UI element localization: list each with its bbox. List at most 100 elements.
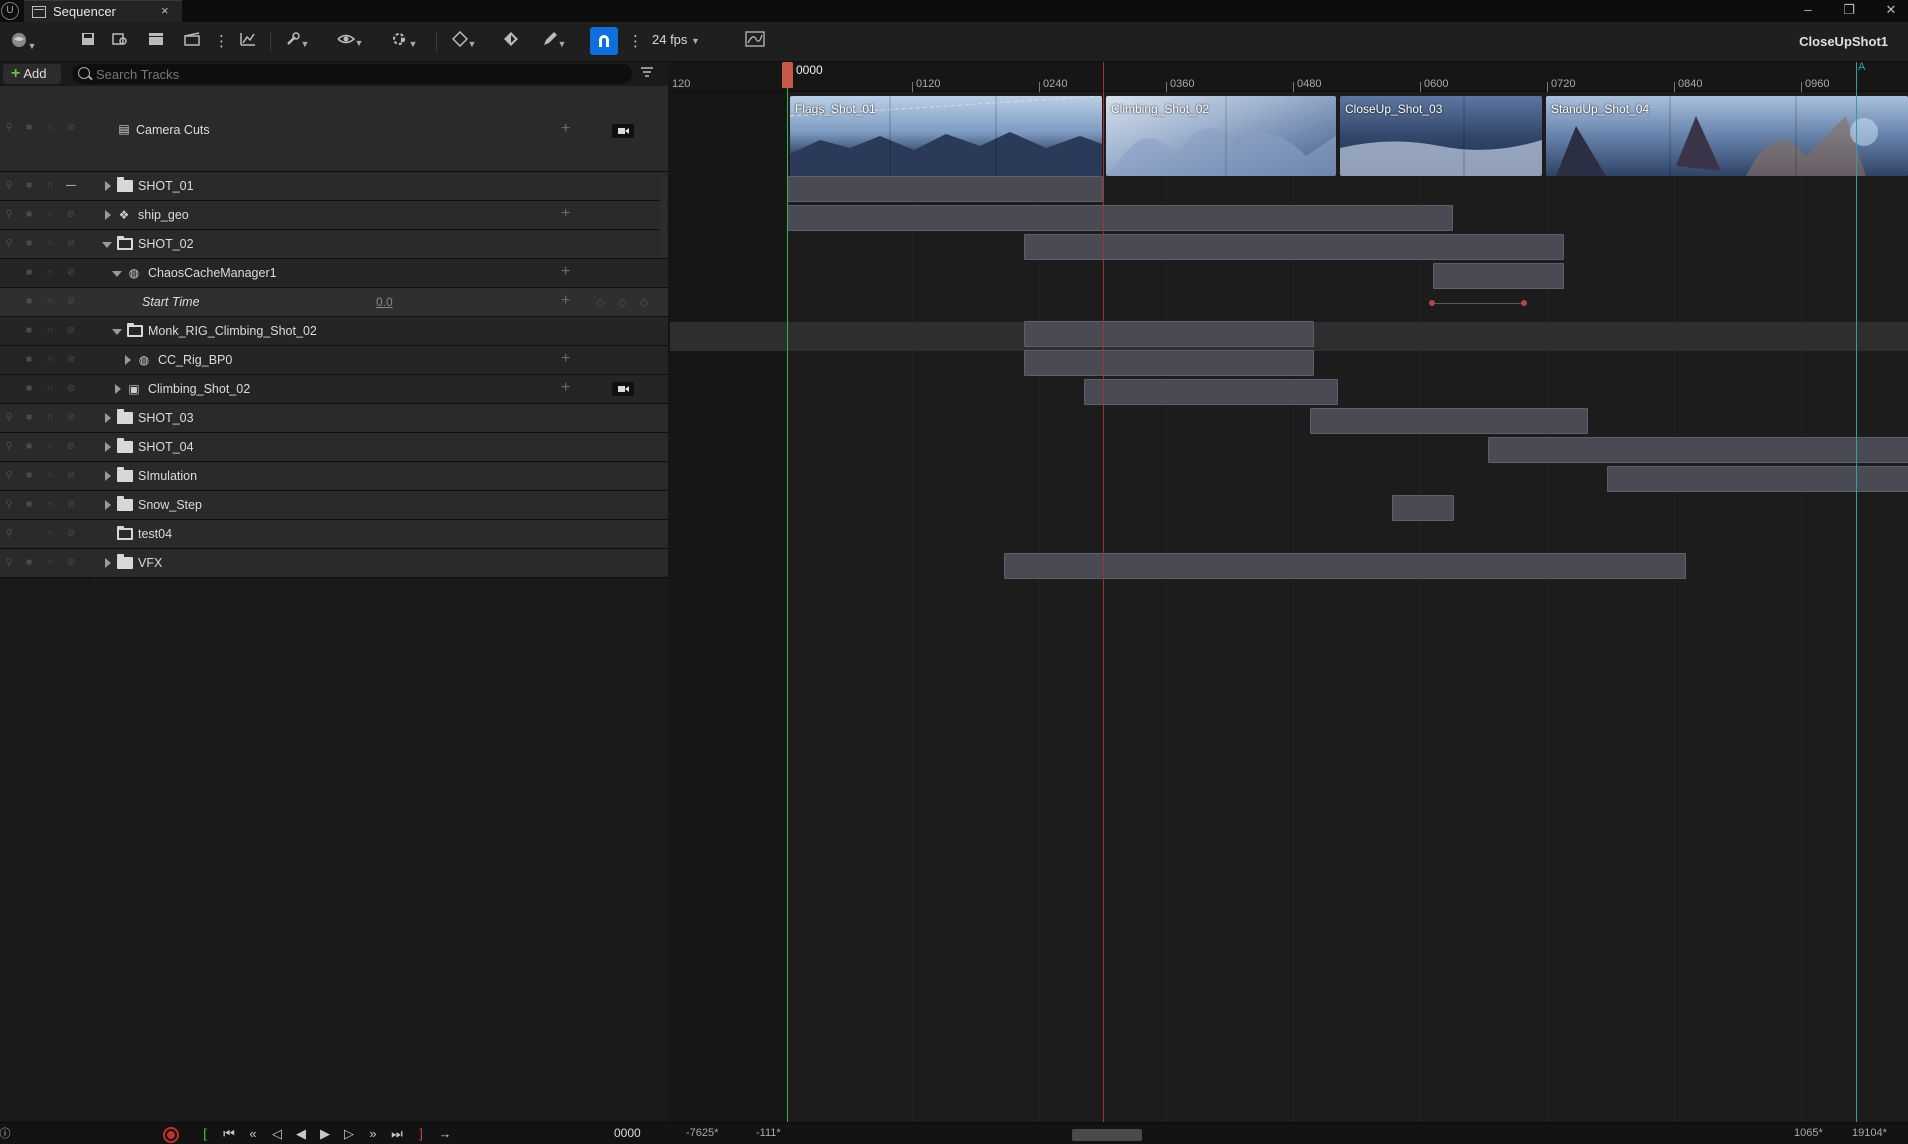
expand-icon[interactable]: [105, 442, 111, 452]
sequence-name[interactable]: CloseUpShot1: [1799, 34, 1888, 49]
solo-icon[interactable]: ∩: [45, 267, 55, 279]
solo-icon[interactable]: ∩: [45, 180, 55, 192]
prev-key-icon[interactable]: ◇: [596, 296, 604, 309]
solo-icon[interactable]: ∩: [45, 296, 55, 308]
prev-key-transport-icon[interactable]: «: [244, 1125, 262, 1143]
search-box[interactable]: [72, 64, 632, 84]
auto-key-button[interactable]: [500, 31, 522, 53]
mute-icon[interactable]: ⊘: [66, 441, 76, 453]
save-button[interactable]: [78, 31, 98, 53]
lock-icon[interactable]: ■: [24, 267, 34, 279]
track-row-snow-step[interactable]: ⚲ ■ ∩ ⊘ Snow_Step: [0, 491, 668, 520]
lock-icon[interactable]: ■: [24, 122, 34, 134]
next-key-transport-icon[interactable]: »: [364, 1125, 382, 1143]
view-options-button[interactable]: ▼: [332, 31, 368, 53]
step-forward-icon[interactable]: ▷: [340, 1125, 358, 1143]
lock-icon[interactable]: ■: [24, 470, 34, 482]
playback-options-button[interactable]: ▼: [386, 31, 422, 53]
expand-icon[interactable]: [105, 210, 111, 220]
lock-icon[interactable]: ■: [24, 296, 34, 308]
selection-end-line[interactable]: [1856, 62, 1857, 1122]
track-row-chaos-cache-manager[interactable]: ■ ∩ ⊘ ◍ ChaosCacheManager1 +: [0, 259, 668, 288]
render-movie-button[interactable]: [144, 31, 168, 53]
jump-to-end-icon[interactable]: ⏭: [388, 1125, 406, 1143]
pin-icon[interactable]: ⚲: [4, 557, 14, 569]
track-row-start-time[interactable]: ■ ∩ ⊘ Start Time 0.0 + ◇ ◇ ◇: [0, 288, 668, 317]
mute-icon[interactable]: —: [66, 180, 76, 192]
mute-icon[interactable]: ⊘: [66, 122, 76, 134]
tools-menu-button[interactable]: ▼: [280, 31, 314, 53]
minimize-button[interactable]: –: [1791, 0, 1825, 22]
section-bar[interactable]: [1084, 379, 1338, 405]
sequencer-tab[interactable]: Sequencer ×: [24, 0, 182, 22]
section-bar[interactable]: [1024, 350, 1314, 376]
section-bar[interactable]: [1607, 466, 1908, 492]
camera-lock-icon[interactable]: [612, 382, 634, 396]
mute-icon[interactable]: ⊘: [66, 383, 76, 395]
keyframe[interactable]: [1429, 300, 1435, 306]
camera-cut-section[interactable]: CloseUp_Shot_03: [1340, 96, 1542, 176]
track-row-monk-rig-folder[interactable]: ■ ∩ ⊘ Monk_RIG_Climbing_Shot_02: [0, 317, 668, 346]
lock-icon[interactable]: ■: [24, 412, 34, 424]
info-icon[interactable]: ⓘ: [0, 1125, 14, 1143]
expand-icon[interactable]: [105, 413, 111, 423]
frame-rate-dropdown[interactable]: 24 fps ▼: [652, 32, 700, 47]
mute-icon[interactable]: ⊘: [66, 354, 76, 366]
expand-icon[interactable]: [105, 558, 111, 568]
pin-icon[interactable]: ⚲: [4, 209, 14, 221]
track-row-test04[interactable]: ⚲ ∩ ⊘ test04: [0, 520, 668, 549]
play-reverse-icon[interactable]: ◀: [292, 1125, 310, 1143]
set-start-icon[interactable]: [: [196, 1125, 214, 1143]
mute-icon[interactable]: ⊘: [66, 470, 76, 482]
close-window-button[interactable]: ✕: [1874, 0, 1908, 22]
add-key-icon[interactable]: +: [561, 293, 570, 309]
collapse-icon[interactable]: [102, 242, 112, 248]
track-row-vfx[interactable]: ⚲ ■ ∩ ⊘ VFX: [0, 549, 668, 578]
time-ruler[interactable]: 120 0120 0240 0360 0480 0600 0720 0840 0…: [670, 62, 1908, 92]
section-bar[interactable]: [1004, 553, 1686, 579]
mute-icon[interactable]: ⊘: [66, 267, 76, 279]
solo-icon[interactable]: ∩: [45, 528, 55, 540]
pin-icon[interactable]: ⚲: [4, 470, 14, 482]
lock-icon[interactable]: ■: [24, 499, 34, 511]
solo-icon[interactable]: ∩: [45, 557, 55, 569]
timeline-area[interactable]: 120 0120 0240 0360 0480 0600 0720 0840 0…: [670, 62, 1908, 1122]
snap-toggle-button[interactable]: [590, 27, 618, 55]
pin-icon[interactable]: ⚲: [4, 122, 14, 134]
section-bar[interactable]: [787, 205, 1453, 231]
track-row-shot-01[interactable]: ⚲ ■ ∩ — SHOT_01: [0, 172, 668, 201]
tab-close-icon[interactable]: ×: [161, 3, 169, 18]
solo-icon[interactable]: ∩: [45, 209, 55, 221]
solo-icon[interactable]: ∩: [45, 354, 55, 366]
edit-mode-button[interactable]: ▼: [536, 31, 572, 53]
playhead-handle[interactable]: [782, 62, 793, 88]
track-row-camera-cuts[interactable]: ⚲ ■ ∩ ⊘ ▤ Camera Cuts +: [0, 86, 668, 172]
section-bar[interactable]: [787, 176, 1103, 202]
section-bar[interactable]: [1310, 408, 1588, 434]
lock-icon[interactable]: ■: [24, 209, 34, 221]
working-end-field[interactable]: 1065*: [1794, 1127, 1823, 1139]
expand-icon[interactable]: [105, 500, 111, 510]
camera-cut-button[interactable]: [180, 31, 204, 53]
solo-icon[interactable]: ∩: [45, 470, 55, 482]
expand-icon[interactable]: [105, 181, 111, 191]
curve-view-button[interactable]: [744, 31, 766, 53]
collapse-icon[interactable]: [112, 329, 122, 335]
set-end-icon[interactable]: ]: [412, 1125, 430, 1143]
loop-icon[interactable]: →: [436, 1125, 454, 1143]
add-track-button[interactable]: + Add: [3, 64, 61, 84]
play-icon[interactable]: ▶: [316, 1125, 334, 1143]
working-start-field[interactable]: -111*: [756, 1127, 781, 1139]
mute-icon[interactable]: ⊘: [66, 238, 76, 250]
camera-lock-icon[interactable]: [612, 124, 634, 138]
pin-icon[interactable]: ⚲: [4, 528, 14, 540]
expand-icon[interactable]: [105, 471, 111, 481]
lock-icon[interactable]: ■: [24, 441, 34, 453]
track-row-cc-rig-bp0[interactable]: ■ ∩ ⊘ ◍ CC_Rig_BP0 +: [0, 346, 668, 375]
section-bar[interactable]: [1392, 495, 1454, 521]
lock-icon[interactable]: ■: [24, 238, 34, 250]
solo-icon[interactable]: ∩: [45, 383, 55, 395]
section-bar[interactable]: [1433, 263, 1564, 289]
timeline-scrollbar[interactable]: [1072, 1129, 1142, 1141]
mute-icon[interactable]: ⊘: [66, 209, 76, 221]
